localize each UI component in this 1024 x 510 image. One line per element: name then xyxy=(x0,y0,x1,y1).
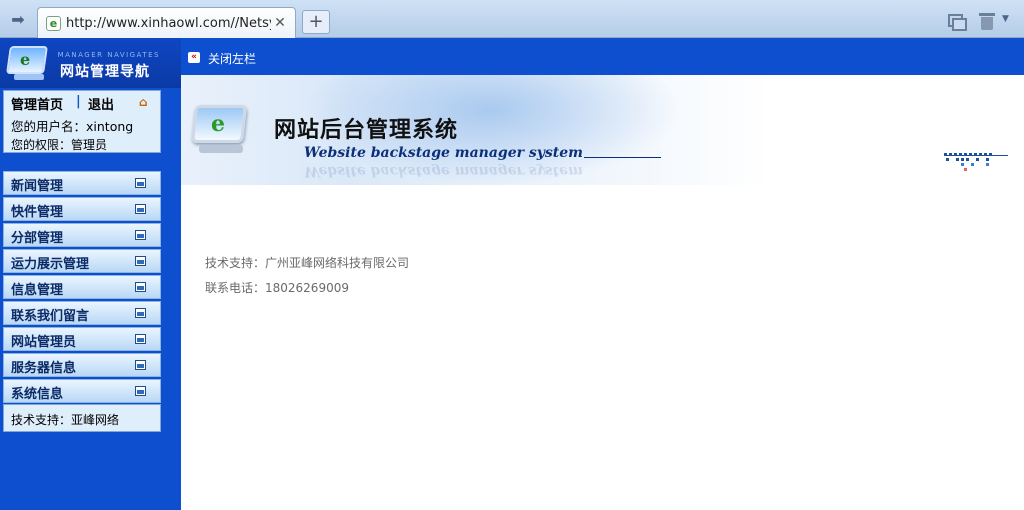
menu-item-label: 新闻管理 xyxy=(11,179,64,194)
menu-item-label: 快件管理 xyxy=(11,205,64,220)
menu-item-label: 分部管理 xyxy=(11,231,64,246)
expand-icon xyxy=(135,178,146,188)
logout-link[interactable]: 退出 xyxy=(88,94,114,113)
expand-icon xyxy=(135,308,146,318)
logo-title: 网站管理导航 xyxy=(60,64,150,80)
permission-text: 您的权限：管理员 xyxy=(11,138,108,152)
username-text: 您的用户名：xintong xyxy=(11,119,134,134)
banner-title: 网站后台管理系统 xyxy=(274,118,459,143)
admin-home-link[interactable]: 管理首页 xyxy=(11,94,63,113)
menu-item-system[interactable]: 系统信息 xyxy=(3,379,161,403)
tech-support-text: 技术支持：广州亚峰网络科技有限公司 xyxy=(205,256,410,270)
monitor-icon: e xyxy=(6,46,50,82)
sidebar-support-text: 技术支持：亚峰网络 xyxy=(11,413,120,427)
menu-item-label: 联系我们留言 xyxy=(11,309,90,324)
menu-item-branch[interactable]: 分部管理 xyxy=(3,223,161,247)
menu-item-capacity[interactable]: 运力展示管理 xyxy=(3,249,161,273)
new-tab-button[interactable]: + xyxy=(302,10,330,34)
menu-item-label: 运力展示管理 xyxy=(11,257,90,272)
menu-item-news[interactable]: 新闻管理 xyxy=(3,171,161,195)
favicon-icon: e xyxy=(46,16,61,31)
expand-icon xyxy=(135,230,146,240)
sidebar-toggle-icon[interactable]: ➡ xyxy=(6,9,30,31)
expand-icon xyxy=(135,204,146,214)
sidebar-logo: e MANAGER NAVIGATES 网站管理导航 xyxy=(0,38,181,88)
menu-item-contact[interactable]: 联系我们留言 xyxy=(3,301,161,325)
left-sidebar: e MANAGER NAVIGATES 网站管理导航 管理首页 | 退出 ⌂ 您… xyxy=(0,38,181,510)
restore-window-icon[interactable] xyxy=(946,12,967,31)
contact-phone-text: 联系电话：18026269009 xyxy=(205,281,349,295)
logo-subtitle: MANAGER NAVIGATES xyxy=(57,51,160,59)
menu-item-label: 网站管理员 xyxy=(11,335,77,350)
expand-icon xyxy=(135,282,146,292)
menu-item-info[interactable]: 信息管理 xyxy=(3,275,161,299)
menu-item-express[interactable]: 快件管理 xyxy=(3,197,161,221)
collapse-left-icon[interactable]: « xyxy=(188,52,200,63)
pixel-decoration xyxy=(944,153,1008,175)
menu-item-admins[interactable]: 网站管理员 xyxy=(3,327,161,351)
user-info-box: 管理首页 | 退出 ⌂ 您的用户名：xintong 您的权限：管理员 xyxy=(3,90,161,153)
menu-item-label: 系统信息 xyxy=(11,387,64,402)
close-tab-icon[interactable]: ✕ xyxy=(271,14,289,32)
content-header-strip: « 关闭左栏 xyxy=(181,38,1024,75)
browser-tab[interactable]: e http://www.xinhaowl.com//Netsys... ✕ xyxy=(37,7,296,38)
menu-item-label: 服务器信息 xyxy=(11,361,77,376)
expand-icon xyxy=(135,256,146,266)
menu-item-label: 信息管理 xyxy=(11,283,64,298)
expand-icon xyxy=(135,360,146,370)
browser-tab-bar: ➡ e http://www.xinhaowl.com//Netsys... ✕… xyxy=(0,0,1024,38)
banner-underline xyxy=(584,157,661,158)
expand-icon xyxy=(135,386,146,396)
close-left-panel-link[interactable]: 关闭左栏 xyxy=(208,50,256,67)
chevron-down-icon[interactable]: ▼ xyxy=(1002,14,1009,24)
link-separator: | xyxy=(76,94,81,109)
banner-subtitle: Website backstage manager system xyxy=(304,145,583,161)
trash-icon[interactable] xyxy=(978,10,996,32)
tab-title: http://www.xinhaowl.com//Netsys... xyxy=(66,16,271,31)
expand-icon xyxy=(135,334,146,344)
banner-subtitle-reflection: Website backstage manager system xyxy=(304,163,583,179)
admin-banner: e 网站后台管理系统 Website backstage manager sys… xyxy=(181,75,1024,185)
user-links-row: 管理首页 | 退出 ⌂ xyxy=(11,94,159,113)
sidebar-menu: 新闻管理 快件管理 分部管理 运力展示管理 信息管理 联系我们留言 网站管理员 xyxy=(3,171,161,405)
home-icon[interactable]: ⌂ xyxy=(139,95,153,109)
menu-item-server[interactable]: 服务器信息 xyxy=(3,353,161,377)
sidebar-support-box: 技术支持：亚峰网络 xyxy=(3,404,161,432)
monitor-icon: e xyxy=(191,103,253,155)
